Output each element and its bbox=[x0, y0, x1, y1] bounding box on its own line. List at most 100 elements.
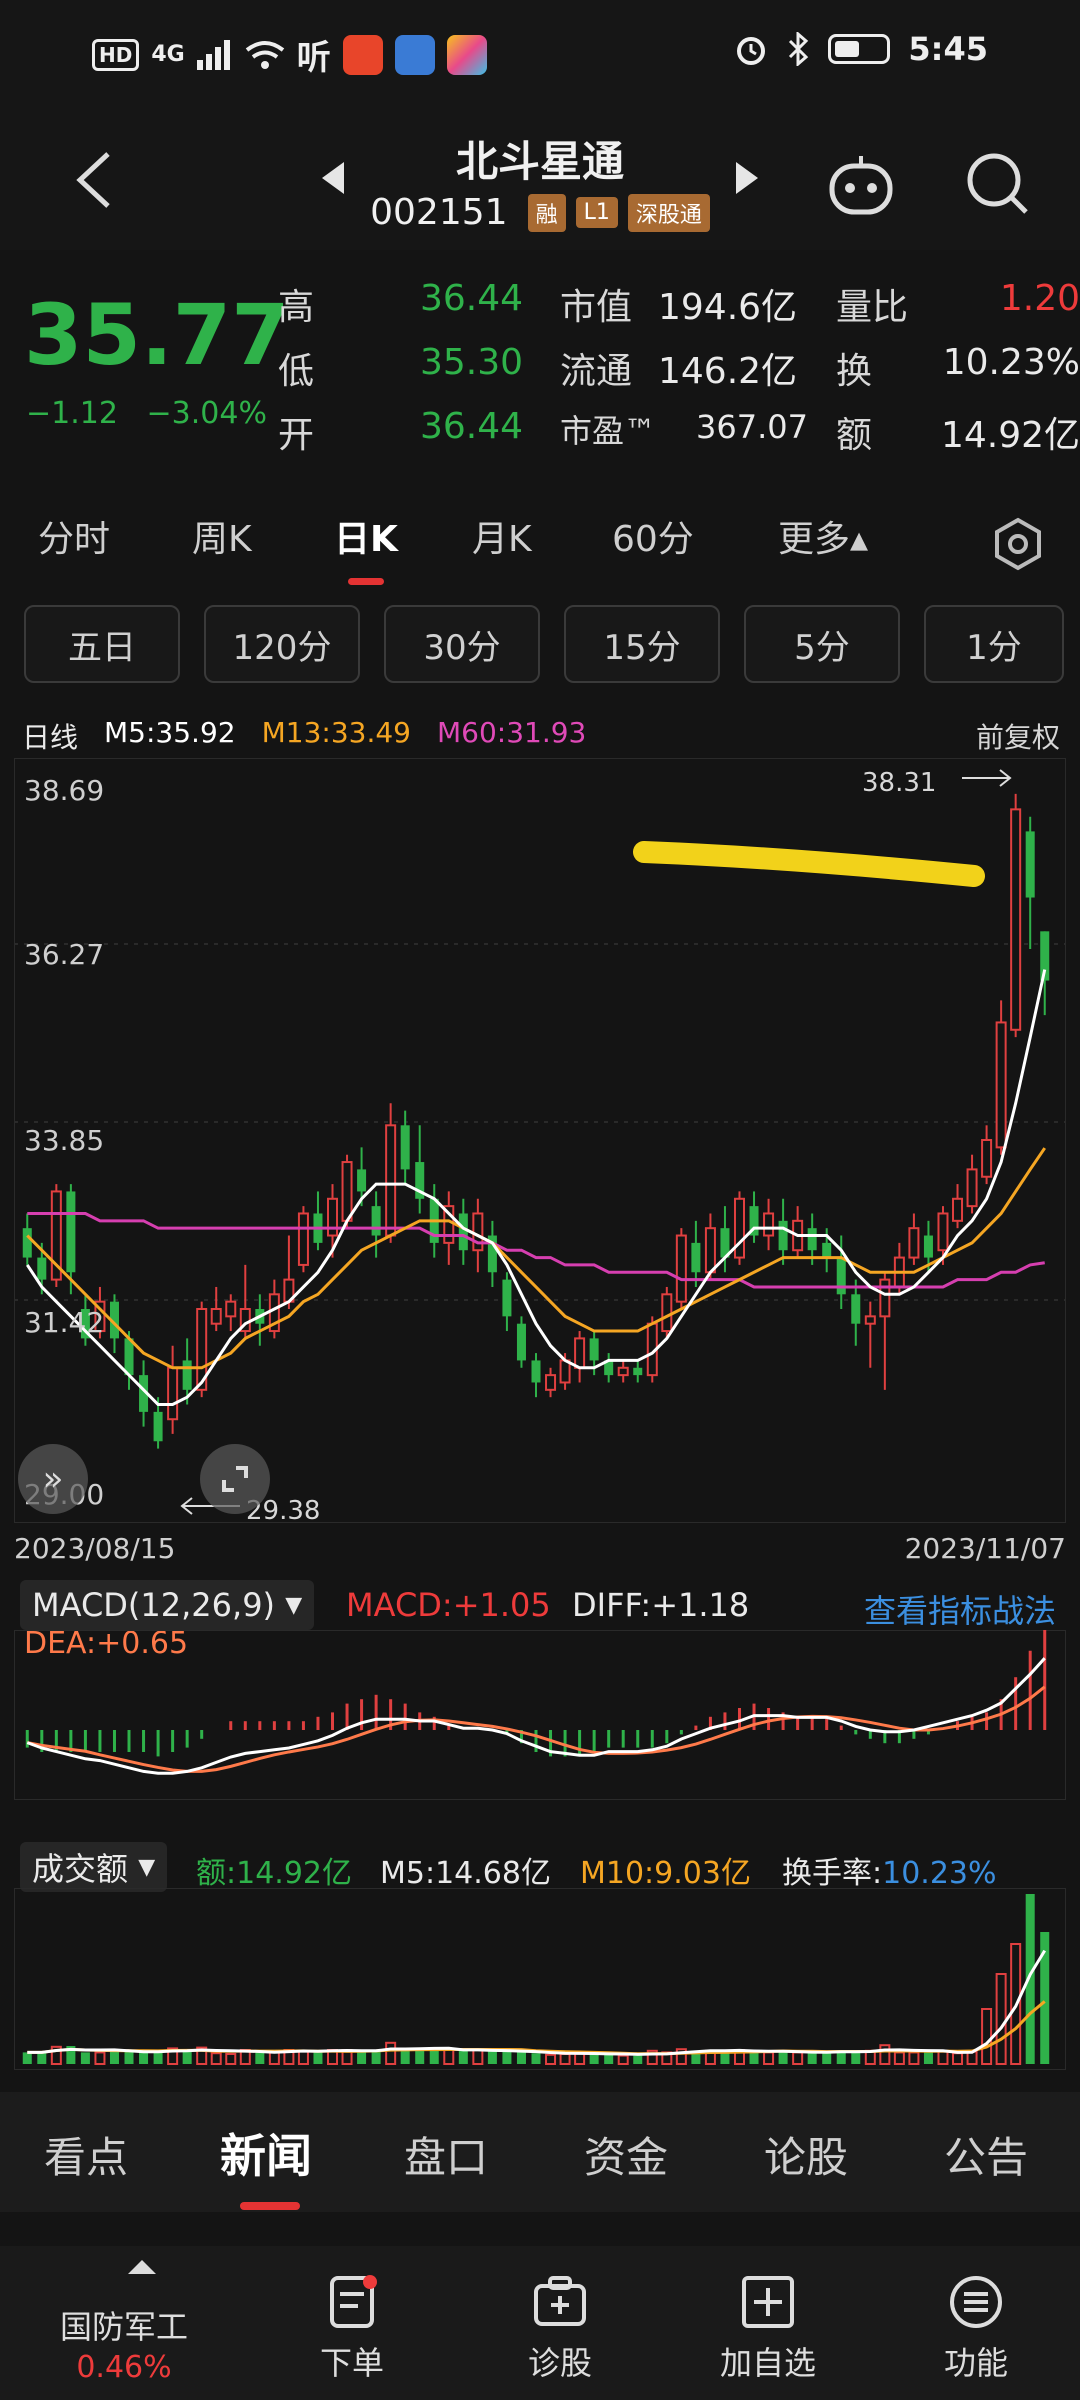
value-amount: 14.92亿 bbox=[940, 415, 1080, 456]
tab-5min[interactable]: 5分 bbox=[744, 605, 900, 683]
tab-daily[interactable]: 日K bbox=[334, 510, 398, 562]
candle-down bbox=[778, 1220, 788, 1251]
tab-funds[interactable]: 资金 bbox=[584, 2124, 668, 2185]
candle-up bbox=[225, 1300, 237, 1318]
candle-up bbox=[327, 1197, 339, 1237]
diagnose-icon bbox=[534, 2276, 586, 2326]
volume-bar-down bbox=[502, 2051, 512, 2064]
tab-30min[interactable]: 30分 bbox=[384, 605, 540, 683]
candle-down bbox=[182, 1360, 192, 1390]
candle-up bbox=[675, 1234, 687, 1303]
sector-shortcut[interactable]: 国防军工 0.46% bbox=[16, 2246, 232, 2400]
candle-up bbox=[981, 1139, 993, 1178]
tab-60min[interactable]: 60分 bbox=[612, 510, 694, 562]
app-hear-icon: 听 bbox=[296, 38, 331, 78]
tab-15min[interactable]: 15分 bbox=[564, 605, 720, 683]
volume-bar-up bbox=[879, 2044, 891, 2065]
value-float: 146.2亿 bbox=[658, 351, 798, 392]
alarm-icon bbox=[737, 37, 766, 65]
adjust-mode[interactable]: 前复权 bbox=[976, 716, 1060, 756]
tab-5day[interactable]: 五日 bbox=[24, 605, 180, 683]
candle-up bbox=[574, 1337, 586, 1369]
macd-selector[interactable]: MACD(12,26,9) ▼ bbox=[20, 1580, 315, 1630]
value-turnover: 10.23% bbox=[942, 342, 1080, 383]
change-percent: −3.04% bbox=[146, 396, 267, 431]
volume-bar-up bbox=[952, 2052, 964, 2065]
tab-monthly[interactable]: 月K bbox=[472, 510, 532, 562]
search-icon[interactable] bbox=[962, 148, 1032, 218]
volume-selector[interactable]: 成交额 ▼ bbox=[20, 1842, 168, 1892]
chevron-down-icon: ▼ bbox=[285, 1592, 303, 1618]
volume-bar-up bbox=[297, 2049, 309, 2066]
nav-functions[interactable]: 功能 bbox=[868, 2246, 1080, 2400]
tab-intraday[interactable]: 分时 bbox=[38, 510, 110, 562]
amount-value: 额:14.92亿 bbox=[196, 1856, 352, 1891]
tab-highlights[interactable]: 看点 bbox=[44, 2124, 128, 2185]
tab-120min[interactable]: 120分 bbox=[204, 605, 360, 683]
robot-assistant-icon[interactable] bbox=[826, 150, 896, 220]
volume-bar-down bbox=[458, 2050, 468, 2064]
candle-up bbox=[210, 1308, 222, 1325]
nav-add-watchlist-label: 加自选 bbox=[719, 2344, 816, 2382]
candlestick-chart[interactable] bbox=[14, 758, 1066, 1523]
wifi-icon bbox=[245, 40, 284, 69]
tab-news[interactable]: 新闻 bbox=[220, 2120, 312, 2186]
expand-left-icon[interactable]: » bbox=[18, 1444, 88, 1514]
candle-up bbox=[952, 1197, 964, 1222]
turnover-label-text: 换手率: bbox=[782, 1856, 883, 1891]
candle-down bbox=[691, 1242, 701, 1273]
stock-code-row: 002151 融 L1 深股通 bbox=[0, 192, 1080, 233]
status-bar: HD 4G 听 5:45 bbox=[0, 0, 1080, 110]
candle-down bbox=[502, 1279, 512, 1317]
settings-hex-icon[interactable] bbox=[990, 516, 1046, 572]
volume-bar-up bbox=[792, 2051, 804, 2065]
volume-bar-up bbox=[443, 2049, 455, 2065]
change-value: −1.12 bbox=[26, 396, 118, 431]
tab-discuss[interactable]: 论股 bbox=[764, 2124, 848, 2185]
volume-bar-up bbox=[893, 2051, 905, 2065]
candle-up bbox=[763, 1212, 775, 1237]
nav-diagnose-label: 诊股 bbox=[527, 2344, 592, 2382]
tab-1min[interactable]: 1分 bbox=[924, 605, 1064, 683]
nav-diagnose[interactable]: 诊股 bbox=[452, 2246, 668, 2400]
volume-bar-down bbox=[822, 2053, 832, 2064]
candle-down bbox=[851, 1294, 861, 1324]
nav-order[interactable]: 下单 bbox=[244, 2246, 460, 2400]
tab-weekly[interactable]: 周K bbox=[192, 510, 252, 562]
active-content-tab-indicator bbox=[240, 2202, 300, 2210]
volume-bar-down bbox=[22, 2052, 32, 2064]
tag-connect: 深股通 bbox=[627, 193, 710, 232]
tab-more[interactable]: 更多▴ bbox=[778, 510, 868, 562]
indicator-strategy-link[interactable]: 查看指标战法 bbox=[864, 1586, 1056, 1632]
y-tick-1: 36.27 bbox=[24, 938, 105, 971]
fullscreen-icon[interactable] bbox=[200, 1444, 270, 1514]
macd-selector-label: MACD(12,26,9) bbox=[32, 1586, 276, 1624]
volume-bar-down bbox=[400, 2050, 410, 2064]
value-volratio: 1.20 bbox=[999, 278, 1080, 319]
candle-down bbox=[1025, 831, 1035, 898]
ma60-value: M60:31.93 bbox=[436, 716, 587, 749]
next-stock-icon[interactable] bbox=[736, 162, 758, 194]
candle-up bbox=[733, 1197, 745, 1259]
label-float: 流通 bbox=[560, 351, 633, 392]
tab-announcements[interactable]: 公告 bbox=[944, 2124, 1028, 2185]
volume-bar-down bbox=[923, 2052, 933, 2064]
candle-down bbox=[531, 1360, 541, 1383]
hd-badge: HD bbox=[92, 38, 140, 71]
candle-up bbox=[704, 1227, 716, 1274]
nav-add-watchlist[interactable]: 加自选 bbox=[660, 2246, 876, 2400]
volume-bar-up bbox=[763, 2051, 775, 2065]
volume-bar-up bbox=[210, 2052, 222, 2065]
volume-bar-down bbox=[633, 2055, 643, 2064]
candle-up bbox=[937, 1212, 949, 1252]
dea-line bbox=[26, 1685, 1046, 1773]
label-mktcap: 市值 bbox=[560, 287, 633, 328]
active-tab-indicator bbox=[348, 578, 384, 585]
value-pe: 367.07 bbox=[696, 408, 808, 446]
volume-bar-down bbox=[516, 2052, 526, 2064]
value-mktcap: 194.6亿 bbox=[658, 287, 798, 328]
candle-down bbox=[589, 1338, 599, 1361]
volume-header: 成交额 ▼ 额:14.92亿 M5:14.68亿 M10:9.03亿 换手率:1… bbox=[0, 1842, 1080, 1892]
tab-orderbook[interactable]: 盘口 bbox=[404, 2124, 488, 2185]
volume-bar-up bbox=[908, 2051, 920, 2065]
